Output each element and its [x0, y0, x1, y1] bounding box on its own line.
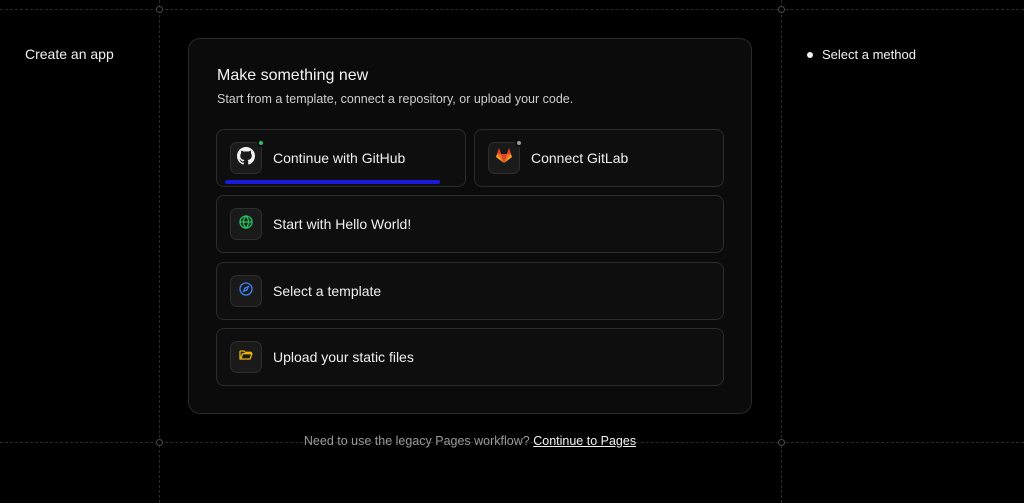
- guide-node: [156, 6, 163, 13]
- start-hello-world-button[interactable]: Start with Hello World!: [216, 195, 724, 253]
- disconnected-status-dot: [515, 139, 523, 147]
- create-app-card: Make something new Start from a template…: [188, 38, 752, 414]
- gitlab-icon: [496, 147, 512, 169]
- continue-to-pages-link[interactable]: Continue to Pages: [533, 434, 636, 448]
- guide-node: [778, 6, 785, 13]
- upload-label: Upload your static files: [273, 349, 414, 365]
- card-subtitle: Start from a template, connect a reposit…: [217, 92, 574, 106]
- select-template-button[interactable]: Select a template: [216, 262, 724, 320]
- guide-line-top: [0, 9, 1024, 10]
- connect-gitlab-button[interactable]: Connect GitLab: [474, 129, 724, 187]
- step-indicator: Select a method: [807, 47, 916, 62]
- template-label: Select a template: [273, 283, 382, 299]
- continue-with-github-button[interactable]: Continue with GitHub: [216, 129, 466, 187]
- github-selection-progress-bar: [225, 180, 440, 184]
- guide-line-left: [159, 0, 160, 503]
- github-label: Continue with GitHub: [273, 150, 406, 166]
- guide-line-right: [781, 0, 782, 503]
- legacy-workflow-text: Need to use the legacy Pages workflow?: [303, 434, 530, 448]
- gitlab-label: Connect GitLab: [531, 150, 629, 166]
- step-bullet-icon: [807, 51, 813, 58]
- github-icon-box: [230, 139, 265, 174]
- globe-icon-box: [230, 208, 262, 240]
- compass-icon-box: [230, 275, 262, 307]
- folder-icon-box: [230, 341, 262, 373]
- folder-icon: [238, 347, 254, 368]
- hello-world-label: Start with Hello World!: [273, 216, 412, 232]
- gitlab-icon-box: [488, 139, 523, 174]
- legacy-workflow-note: Need to use the legacy Pages workflow? C…: [0, 434, 940, 448]
- card-title: Make something new: [217, 67, 369, 84]
- upload-static-files-button[interactable]: Upload your static files: [216, 328, 724, 386]
- connected-status-dot: [257, 139, 265, 147]
- compass-icon: [238, 281, 254, 302]
- github-icon: [237, 146, 255, 170]
- globe-icon: [238, 214, 254, 235]
- step-label: Select a method: [822, 47, 916, 62]
- page-title: Create an app: [25, 46, 114, 62]
